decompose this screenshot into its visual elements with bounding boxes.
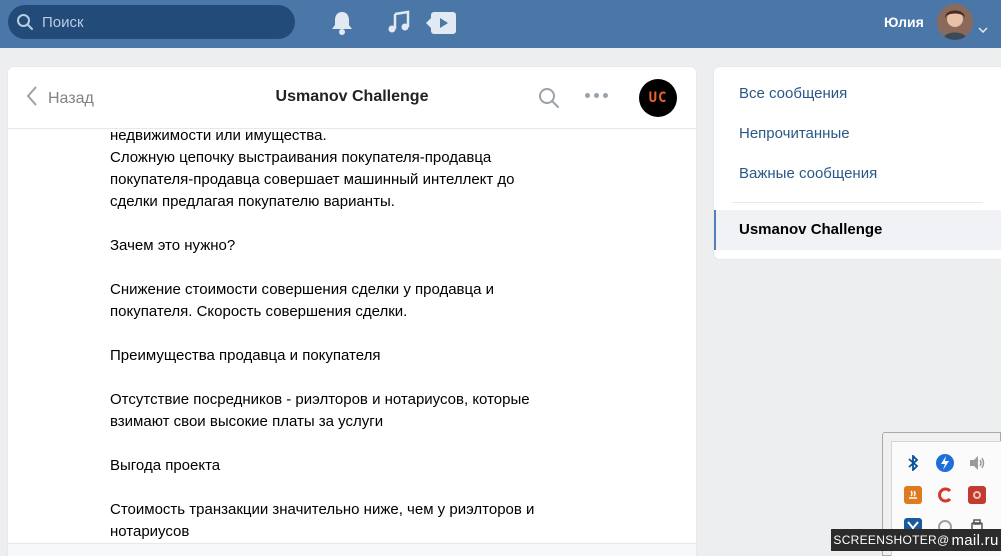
menu-item-active-conversation[interactable]: Usmanov Challenge xyxy=(714,210,1001,250)
global-search[interactable]: Поиск xyxy=(8,5,295,39)
message-history: недвижимости или имущества. Сложную цепо… xyxy=(110,125,630,543)
volume-icon[interactable] xyxy=(968,454,986,472)
user-name[interactable]: Юлия xyxy=(884,14,924,30)
menu-item-unread[interactable]: Непрочитанные xyxy=(739,125,850,142)
chat-avatar[interactable]: UC xyxy=(639,79,677,117)
video-play-icon[interactable] xyxy=(426,10,458,41)
chat-panel: Назад Usmanov Challenge UC недвижимости … xyxy=(8,67,696,556)
messages-menu: Все сообщения Непрочитанные Важные сообщ… xyxy=(714,67,1001,259)
message-text: Отсутствие посредников - риэлторов и нот… xyxy=(110,391,530,430)
search-icon[interactable] xyxy=(538,87,560,114)
bluetooth-icon[interactable] xyxy=(904,454,922,472)
message-text: Снижение стоимости совершения сделки у п… xyxy=(110,281,495,320)
search-icon xyxy=(10,5,40,39)
notifications-bell-icon[interactable] xyxy=(330,10,354,41)
user-avatar[interactable] xyxy=(937,4,973,40)
message-text: Стоимость транзакции значительно ниже, ч… xyxy=(110,501,535,540)
search-input[interactable]: Поиск xyxy=(42,14,84,31)
chevron-down-icon[interactable] xyxy=(978,20,988,38)
menu-item-all-messages[interactable]: Все сообщения xyxy=(739,85,847,102)
message-composer[interactable] xyxy=(8,543,696,556)
message-text: недвижимости или имущества. Сложную цепо… xyxy=(110,127,515,210)
menu-item-important[interactable]: Важные сообщения xyxy=(739,165,877,182)
active-conversation-label: Usmanov Challenge xyxy=(739,221,883,238)
chat-header: Назад Usmanov Challenge UC xyxy=(8,67,696,129)
watermark-prefix: SCREENSHOTER@ xyxy=(833,533,950,547)
music-icon[interactable] xyxy=(386,10,412,41)
message-text: Зачем это нужно? xyxy=(110,237,236,254)
antivirus-icon[interactable] xyxy=(968,486,986,504)
message-text: Преимущества продавца и покупателя xyxy=(110,347,381,364)
top-bar: Поиск Юлия xyxy=(0,0,1001,48)
more-options-icon[interactable] xyxy=(585,93,608,98)
java-icon[interactable] xyxy=(904,486,922,504)
chat-avatar-text: UC xyxy=(648,90,668,106)
message-text: Выгода проекта xyxy=(110,457,221,474)
watermark-domain: mail.ru xyxy=(951,531,999,549)
screenshoter-watermark: SCREENSHOTER@ mail.ru xyxy=(831,529,1001,551)
ccleaner-icon[interactable] xyxy=(936,486,954,504)
divider xyxy=(732,202,983,203)
lightning-icon[interactable] xyxy=(936,454,954,472)
